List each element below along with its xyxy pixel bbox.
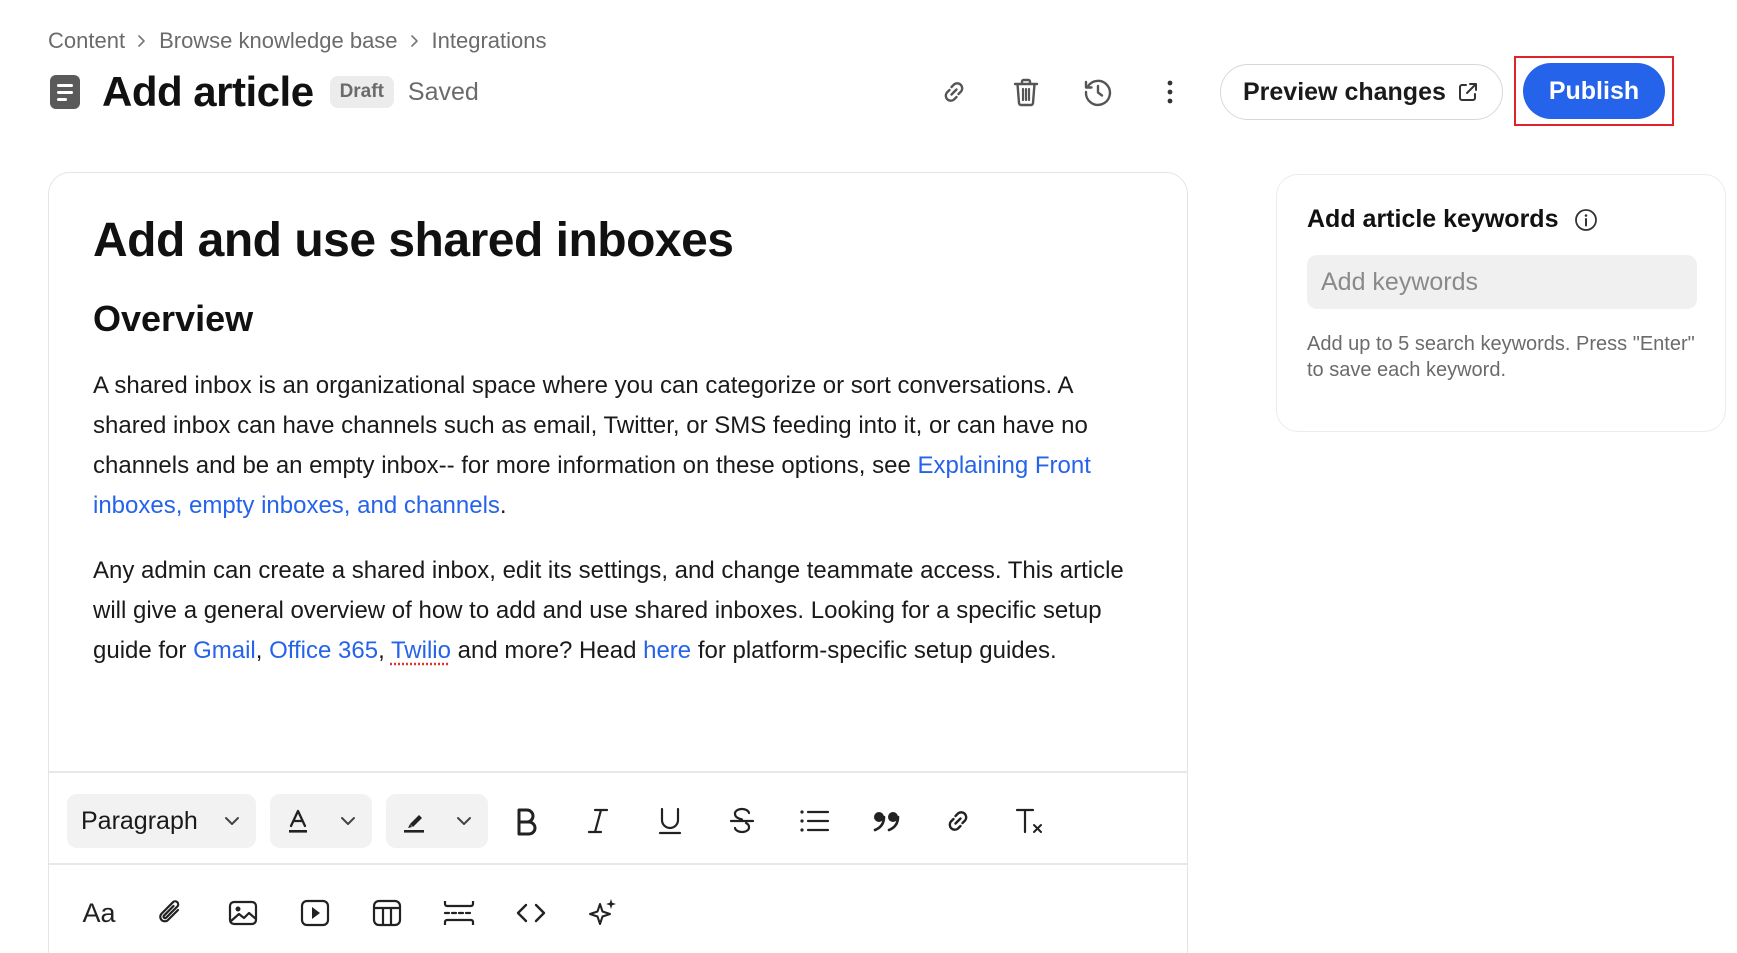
page-title: Add article (102, 68, 314, 115)
more-options-button[interactable] (1146, 68, 1194, 116)
quote-button[interactable] (862, 797, 910, 845)
formatting-toolbar: Paragraph (67, 793, 1078, 849)
preview-changes-label: Preview changes (1243, 77, 1446, 106)
preview-changes-button[interactable]: Preview changes (1220, 64, 1503, 120)
article-keywords-panel: Add article keywords Add up to 5 search … (1276, 174, 1726, 432)
keywords-help-text: Add up to 5 search keywords. Press "Ente… (1307, 333, 1695, 381)
breadcrumb-integrations[interactable]: Integrations (432, 28, 547, 54)
bulleted-list-icon (800, 810, 829, 832)
paragraph-text: , (378, 637, 391, 664)
link-icon (944, 82, 964, 102)
insert-table-button[interactable] (363, 889, 411, 937)
document-icon (48, 73, 82, 111)
save-status: Saved (407, 77, 479, 106)
insert-code-button[interactable] (507, 889, 555, 937)
more-vertical-icon (1167, 80, 1173, 104)
keywords-heading: Add article keywords (1307, 205, 1598, 234)
editor-content[interactable]: Add and use shared inboxes Overview A sh… (93, 213, 1143, 696)
article-title[interactable]: Add and use shared inboxes (93, 213, 1143, 268)
paragraph-text: , (255, 637, 270, 664)
font-size-icon: Aa (82, 897, 116, 928)
link-twilio[interactable]: Twilio (391, 637, 451, 664)
delete-button[interactable] (1002, 68, 1050, 116)
link-here[interactable]: here (643, 637, 691, 664)
video-icon (300, 899, 330, 927)
keywords-input[interactable] (1307, 255, 1697, 309)
insert-toolbar: Aa (67, 885, 651, 941)
paragraph-1[interactable]: A shared inbox is an organizational spac… (93, 366, 1143, 526)
block-style-select[interactable]: Paragraph (67, 794, 256, 848)
link-icon (948, 811, 968, 831)
copy-link-button[interactable] (930, 68, 978, 116)
external-link-icon (1458, 83, 1477, 101)
toolbar-divider (49, 771, 1187, 773)
divider-icon (443, 901, 475, 925)
highlight-color-select[interactable] (385, 794, 488, 848)
history-icon (1084, 79, 1112, 107)
chevron-down-icon (456, 817, 471, 825)
header-actions: Preview changes (930, 62, 1503, 122)
table-icon (372, 899, 402, 927)
text-color-select[interactable] (269, 794, 372, 848)
strikethrough-button[interactable] (718, 797, 766, 845)
insert-image-button[interactable] (219, 889, 267, 937)
strikethrough-icon (729, 807, 754, 834)
bold-button[interactable] (502, 797, 550, 845)
article-editor: Add and use shared inboxes Overview A sh… (48, 172, 1188, 953)
chevron-down-icon (224, 817, 239, 825)
image-icon (228, 900, 258, 926)
link-gmail[interactable]: Gmail (193, 637, 256, 664)
link-office-365[interactable]: Office 365 (269, 637, 378, 664)
ai-assist-button[interactable] (579, 889, 627, 937)
underline-icon (658, 807, 681, 835)
italic-icon (587, 808, 608, 834)
block-style-value: Paragraph (81, 806, 198, 835)
attachment-icon (159, 900, 180, 923)
quote-icon (873, 812, 900, 832)
clear-format-icon (1015, 808, 1042, 834)
insert-link-button[interactable] (934, 797, 982, 845)
bulleted-list-button[interactable] (790, 797, 838, 845)
paragraph-text: . (499, 492, 507, 519)
text-color-icon (288, 809, 307, 833)
highlighter-icon (403, 815, 424, 833)
font-size-button[interactable]: Aa (75, 889, 123, 937)
clear-format-button[interactable] (1006, 797, 1054, 845)
chevron-right-icon (408, 34, 422, 48)
breadcrumb: Content Browse knowledge base Integratio… (48, 28, 547, 54)
chevron-right-icon (135, 34, 149, 48)
publish-highlight: Publish (1514, 56, 1674, 126)
info-icon[interactable] (1574, 208, 1598, 232)
attachment-button[interactable] (147, 889, 195, 937)
underline-button[interactable] (646, 797, 694, 845)
code-icon (516, 903, 546, 923)
insert-video-button[interactable] (291, 889, 339, 937)
trash-icon (1013, 78, 1039, 107)
ai-sparkle-icon (589, 899, 616, 925)
keywords-title: Add article keywords (1307, 205, 1559, 233)
italic-button[interactable] (574, 797, 622, 845)
paragraph-2[interactable]: Any admin can create a shared inbox, edi… (93, 551, 1143, 671)
section-heading[interactable]: Overview (93, 298, 1143, 340)
chevron-down-icon (340, 817, 355, 825)
toolbar-divider (49, 863, 1187, 865)
publish-button[interactable]: Publish (1523, 63, 1665, 119)
breadcrumb-browse-knowledge-base[interactable]: Browse knowledge base (159, 28, 397, 54)
paragraph-text: and more? Head (450, 637, 644, 664)
paragraph-text: for platform-specific setup guides. (691, 637, 1057, 664)
status-badge: Draft (329, 76, 394, 108)
version-history-button[interactable] (1074, 68, 1122, 116)
breadcrumb-content[interactable]: Content (48, 28, 125, 54)
bold-icon (517, 808, 537, 836)
page-header: Add article Draft Saved (48, 66, 479, 118)
insert-divider-button[interactable] (435, 889, 483, 937)
